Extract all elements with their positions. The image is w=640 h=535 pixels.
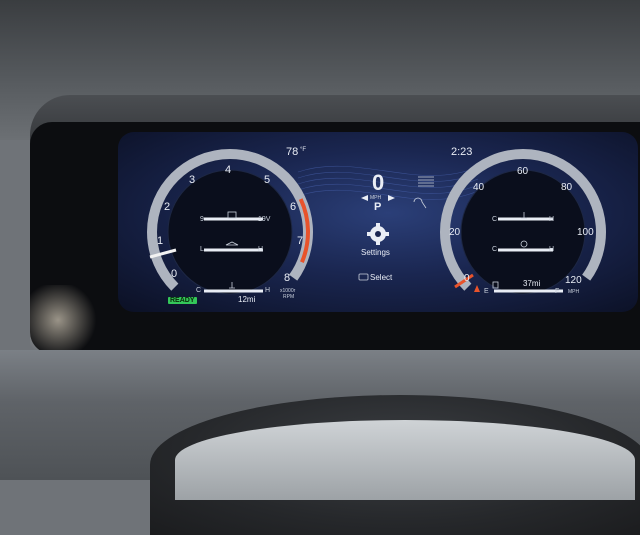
tach-tick-8: 8 <box>284 272 291 284</box>
speed-readout: 0 <box>372 170 385 195</box>
temp-unit: °F <box>300 147 307 153</box>
clock: 2:23 <box>451 146 473 158</box>
temp-low-label: C <box>196 287 202 294</box>
gear-left-arrow <box>361 195 368 201</box>
battery-high-label: 19V <box>258 216 271 223</box>
instrument-cluster-display: 78 °F 2:23 0 MPH P Settings Select 0 1 2… <box>118 132 638 312</box>
tach-tick-7: 7 <box>297 235 304 247</box>
gear-indicator: P <box>374 201 382 213</box>
tach-unit-line2: RPM <box>283 294 295 300</box>
speed-tick-100: 100 <box>577 227 594 238</box>
gear-icon[interactable] <box>367 223 389 245</box>
tach-tick-2: 2 <box>164 201 171 213</box>
trip-readout: 12mi <box>238 295 256 304</box>
outside-temp: 78 <box>286 146 299 158</box>
settings-label[interactable]: Settings <box>361 248 390 257</box>
tach-tick-1: 1 <box>157 235 164 247</box>
speed-tick-60: 60 <box>517 166 529 177</box>
gauge2-low-label: C <box>492 246 498 253</box>
warning-icon <box>474 285 480 292</box>
fuel-empty-label: E <box>484 288 489 295</box>
ready-indicator: READY <box>168 297 197 304</box>
select-label: Select <box>370 273 393 282</box>
temp-high-label: H <box>265 287 271 294</box>
speed-tick-20: 20 <box>449 227 461 238</box>
range-readout: 37mi <box>523 279 541 288</box>
speed-tick-120: 120 <box>565 275 582 286</box>
fuel-full-label: F <box>555 288 560 295</box>
speed-tick-80: 80 <box>561 182 573 193</box>
gauge-graphics <box>147 149 606 312</box>
gauge1-high-label: H <box>549 216 555 223</box>
speedo-unit: MPH <box>568 289 580 295</box>
speed-tick-0: 0 <box>464 273 470 284</box>
select-button-icon <box>358 273 369 281</box>
tach-tick-5: 5 <box>264 174 271 186</box>
oil-high-label: H <box>258 246 264 253</box>
tach-tick-3: 3 <box>189 174 196 186</box>
sun-glare <box>30 285 100 355</box>
battery-low-label: 9 <box>200 216 204 223</box>
tach-tick-6: 6 <box>290 201 297 213</box>
speed-tick-40: 40 <box>473 182 485 193</box>
tach-tick-4: 4 <box>225 164 232 176</box>
gauge2-high-label: H <box>549 246 555 253</box>
tach-tick-0: 0 <box>171 268 178 280</box>
oil-low-label: L <box>200 246 204 253</box>
tachometer <box>147 149 313 312</box>
gauge1-low-label: C <box>492 216 498 223</box>
steering-wheel-hub <box>175 420 635 500</box>
